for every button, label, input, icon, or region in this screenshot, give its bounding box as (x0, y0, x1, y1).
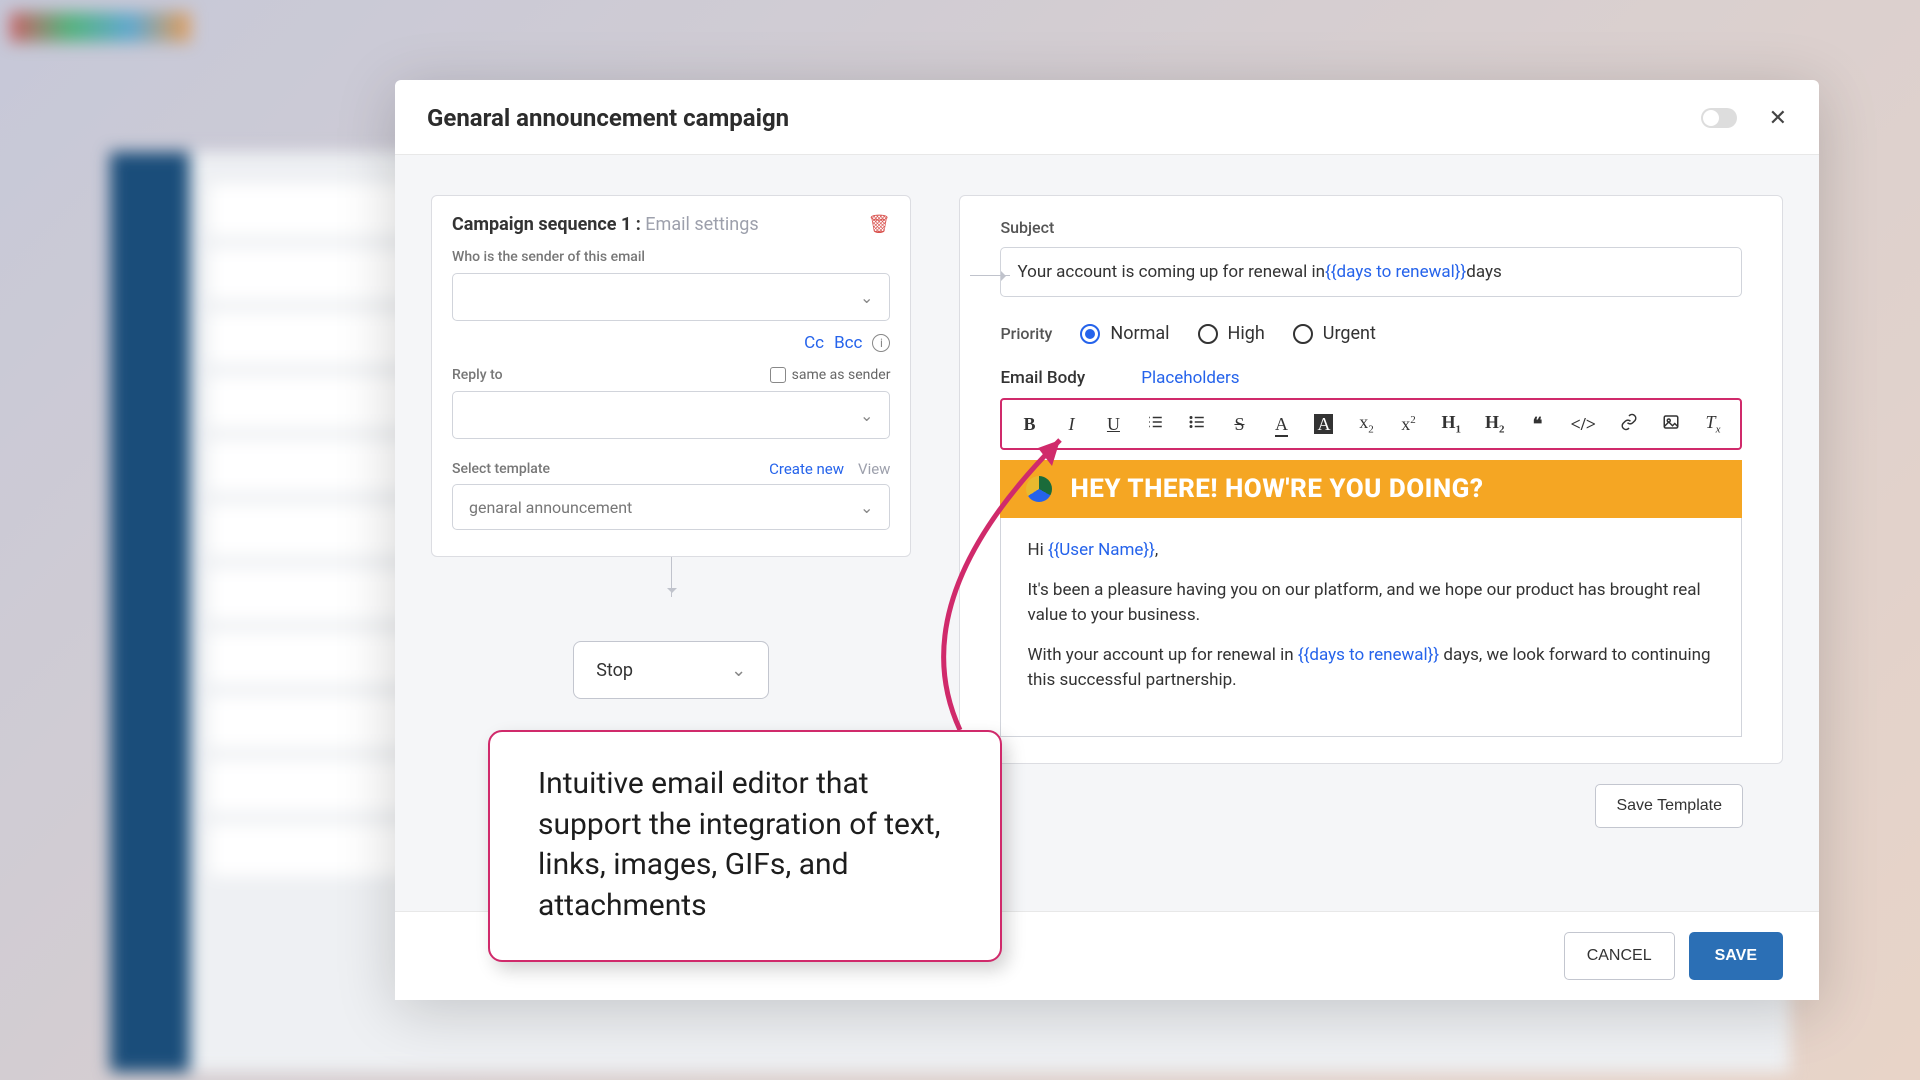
tab-placeholders[interactable]: Placeholders (1141, 368, 1239, 388)
heading2-icon[interactable]: H2 (1485, 412, 1505, 436)
subscript-icon[interactable]: x2 (1357, 412, 1375, 436)
priority-normal-radio[interactable]: Normal (1080, 323, 1169, 344)
template-label: Select template (452, 461, 550, 477)
email-settings-panel: Subject Your account is coming up for re… (959, 195, 1783, 764)
bold-icon[interactable]: B (1020, 414, 1038, 435)
view-template-link[interactable]: View (858, 460, 890, 478)
reply-to-label: Reply to (452, 367, 503, 383)
cancel-button[interactable]: CANCEL (1564, 932, 1675, 980)
feature-callout: Intuitive email editor that support the … (488, 730, 1002, 962)
unordered-list-icon[interactable] (1188, 413, 1206, 436)
code-icon[interactable]: </> (1570, 414, 1596, 435)
reply-to-select[interactable]: ⌄ (452, 391, 890, 439)
banner-heading: HEY THERE! HOW'RE YOU DOING? (1070, 474, 1483, 504)
sender-label: Who is the sender of this email (452, 249, 890, 265)
highlight-icon[interactable]: A (1314, 414, 1333, 435)
editor-toolbar: B I U S A A x2 x2 H1 H2 ❝ (1000, 398, 1742, 450)
bcc-link[interactable]: Bcc (834, 333, 862, 353)
stop-step[interactable]: Stop ⌄ (573, 641, 769, 699)
sender-select[interactable]: ⌄ (452, 273, 890, 321)
ordered-list-icon[interactable] (1146, 413, 1164, 436)
image-icon[interactable] (1662, 413, 1680, 436)
info-icon[interactable]: i (872, 334, 890, 352)
same-as-sender-checkbox[interactable]: same as sender (770, 367, 891, 383)
heading1-icon[interactable]: H1 (1441, 412, 1461, 436)
banner-logo-icon (1026, 476, 1052, 502)
modal-title: Genaral announcement campaign (427, 104, 789, 132)
subject-input[interactable]: Your account is coming up for renewal in… (1000, 247, 1742, 297)
italic-icon[interactable]: I (1062, 414, 1080, 435)
clear-format-icon[interactable]: Tx (1704, 412, 1722, 436)
connector-arrow (970, 275, 1010, 276)
email-body-editor[interactable]: Hi {{User Name}}, It's been a pleasure h… (1000, 518, 1742, 737)
superscript-icon[interactable]: x2 (1399, 414, 1417, 435)
email-banner: HEY THERE! HOW'RE YOU DOING? (1000, 460, 1742, 518)
sequence-card: Campaign sequence 1 : Email settings 🗑 W… (431, 195, 911, 557)
template-select[interactable]: genaral announcement ⌄ (452, 484, 890, 530)
underline-icon[interactable]: U (1104, 414, 1122, 435)
chevron-down-icon: ⌄ (860, 406, 873, 425)
blockquote-icon[interactable]: ❝ (1528, 414, 1546, 435)
trash-icon[interactable]: 🗑 (868, 214, 891, 235)
cc-link[interactable]: Cc (804, 333, 824, 353)
app-logo (10, 12, 190, 42)
active-toggle[interactable] (1701, 108, 1737, 128)
sequence-title: Campaign sequence 1 : Email settings (452, 214, 759, 235)
subject-label: Subject (1000, 218, 1742, 237)
strikethrough-icon[interactable]: S (1230, 414, 1248, 435)
sidebar (110, 152, 190, 1072)
create-new-template-link[interactable]: Create new (769, 460, 844, 478)
text-color-icon[interactable]: A (1272, 414, 1290, 435)
link-icon[interactable] (1620, 413, 1638, 436)
save-button[interactable]: SAVE (1689, 932, 1783, 980)
flow-connector (671, 557, 672, 597)
close-icon[interactable]: ✕ (1769, 106, 1787, 131)
priority-urgent-radio[interactable]: Urgent (1293, 323, 1376, 344)
priority-high-radio[interactable]: High (1198, 323, 1265, 344)
chevron-down-icon: ⌄ (860, 498, 873, 517)
chevron-down-icon: ⌄ (860, 288, 873, 307)
save-template-button[interactable]: Save Template (1595, 784, 1743, 828)
priority-label: Priority (1000, 324, 1052, 343)
modal-header: Genaral announcement campaign ✕ (395, 80, 1819, 155)
chevron-down-icon: ⌄ (731, 660, 746, 681)
tab-email-body[interactable]: Email Body (1000, 368, 1085, 388)
